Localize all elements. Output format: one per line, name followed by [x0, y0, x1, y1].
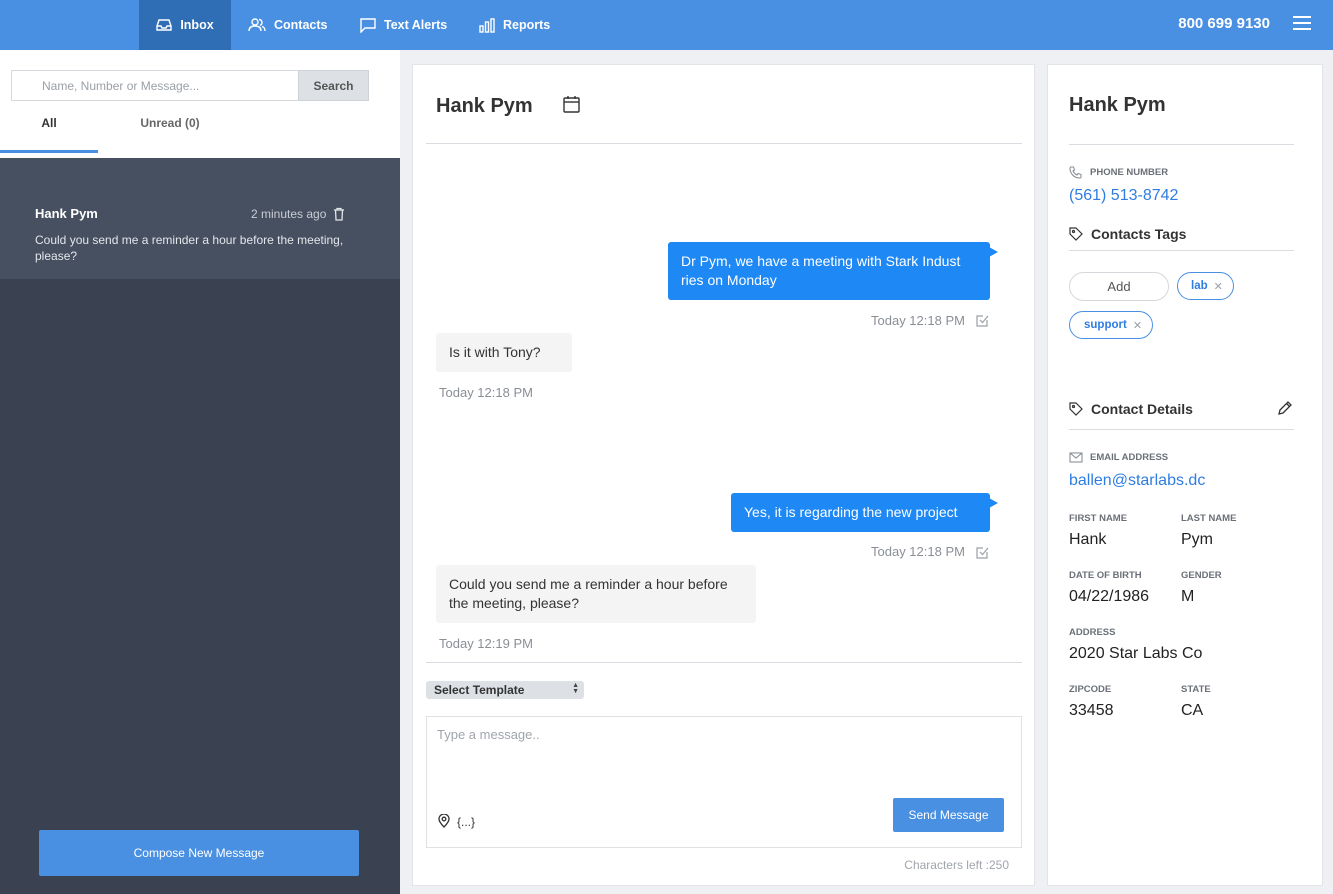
dob-label: DATE OF BIRTH — [1069, 570, 1142, 581]
state-value: CA — [1181, 702, 1204, 719]
first-name-value: Hank — [1069, 531, 1107, 548]
email-label: EMAIL ADDRESS — [1090, 452, 1169, 463]
message-time: Today 12:18 PM — [871, 544, 965, 559]
tag-chip[interactable]: support ✕ — [1069, 311, 1154, 339]
message-outgoing: Yes, it is regarding the new project — [731, 493, 998, 532]
state-label: STATE — [1181, 684, 1211, 695]
conversation-list: Hank Pym 2 minutes ago Could you send me… — [0, 158, 400, 894]
conversation-item[interactable]: Hank Pym 2 minutes ago Could you send me… — [0, 158, 400, 279]
zipcode-value: 33458 — [1069, 702, 1114, 719]
top-navbar: Inbox Contacts Text Alerts Reports 800 6… — [0, 0, 1333, 50]
dob-value: 04/22/1986 — [1069, 588, 1150, 605]
message-input[interactable] — [437, 727, 1007, 787]
nav-text-alerts[interactable]: Text Alerts — [360, 0, 447, 50]
tag-label: lab — [1191, 280, 1208, 292]
edit-pencil-icon[interactable] — [1277, 400, 1293, 416]
message-time: Today 12:18 PM — [871, 313, 965, 328]
contact-tags-title: Contacts Tags — [1091, 226, 1187, 242]
nav-inbox[interactable]: Inbox — [139, 0, 231, 50]
message-incoming: Could you send me a reminder a hour befo… — [436, 565, 756, 623]
conversation-time: 2 minutes ago — [251, 207, 327, 221]
merge-fields-button[interactable]: {...} — [457, 815, 475, 829]
hamburger-menu-icon[interactable] — [1293, 16, 1311, 30]
last-name-value: Pym — [1181, 531, 1213, 548]
divider — [1069, 250, 1294, 251]
bar-chart-icon — [479, 17, 495, 33]
contact-details-title: Contact Details — [1091, 401, 1193, 417]
template-select-label: Select Template — [434, 683, 525, 697]
template-select[interactable]: Select Template ▲ ▼ — [426, 681, 584, 699]
location-pin-icon[interactable] — [438, 814, 450, 828]
last-name-label: LAST NAME — [1181, 513, 1237, 524]
tab-all[interactable]: All — [0, 116, 98, 153]
trash-icon[interactable] — [333, 207, 345, 221]
select-arrows-icon: ▲ ▼ — [572, 682, 579, 695]
support-phone: 800 699 9130 — [1178, 15, 1270, 32]
message-time: Today 12:18 PM — [439, 385, 533, 400]
nav-inbox-label: Inbox — [180, 18, 214, 32]
add-tag-button[interactable]: Add — [1069, 272, 1169, 301]
nav-text-alerts-label: Text Alerts — [384, 18, 448, 32]
message-composer: {...} Send Message — [426, 716, 1022, 848]
chat-title: Hank Pym — [436, 95, 533, 117]
chat-icon — [360, 17, 376, 33]
address-label: ADDRESS — [1069, 627, 1116, 638]
contacts-icon — [248, 18, 266, 32]
inbox-header-panel: Search All Unread (0) — [0, 50, 400, 158]
contact-panel: Hank Pym PHONE NUMBER (561) 513-8742 Con… — [1047, 64, 1323, 886]
chat-panel: Hank Pym Dr Pym, we have a meeting with … — [412, 64, 1035, 886]
remove-tag-icon[interactable]: ✕ — [1214, 280, 1223, 293]
nav-reports-label: Reports — [503, 18, 551, 32]
characters-left: Characters left :250 — [904, 858, 1009, 872]
phone-number-link[interactable]: (561) 513-8742 — [1069, 187, 1178, 205]
message-time: Today 12:19 PM — [439, 636, 533, 651]
tag-icon — [1069, 227, 1083, 241]
address-value: 2020 Star Labs Co — [1069, 645, 1203, 662]
gender-label: GENDER — [1181, 570, 1222, 581]
message-incoming: Is it with Tony? — [436, 333, 572, 372]
remove-tag-icon[interactable]: ✕ — [1133, 319, 1142, 332]
divider — [1069, 429, 1294, 430]
conversation-name: Hank Pym — [35, 206, 98, 221]
compose-new-message-button[interactable]: Compose New Message — [39, 830, 359, 876]
conversation-preview: Could you send me a reminder a hour befo… — [35, 233, 344, 263]
calendar-icon[interactable] — [563, 95, 580, 113]
gender-value: M — [1181, 588, 1195, 605]
nav-contacts[interactable]: Contacts — [248, 0, 327, 50]
delivered-check-icon — [976, 315, 989, 327]
search-input[interactable] — [11, 70, 299, 101]
zipcode-label: ZIPCODE — [1069, 684, 1112, 695]
tab-unread[interactable]: Unread (0) — [98, 116, 242, 153]
search-button[interactable]: Search — [298, 70, 369, 101]
inbox-icon — [156, 19, 173, 31]
first-name-label: FIRST NAME — [1069, 513, 1128, 524]
phone-icon — [1069, 166, 1082, 179]
divider — [1069, 144, 1294, 145]
phone-label: PHONE NUMBER — [1090, 167, 1169, 178]
email-icon — [1069, 452, 1083, 463]
tag-icon — [1069, 402, 1083, 416]
message-outgoing: Dr Pym, we have a meeting with Stark Ind… — [668, 242, 998, 300]
divider — [426, 662, 1022, 663]
delivered-check-icon — [976, 547, 989, 559]
contact-name: Hank Pym — [1069, 94, 1166, 116]
send-message-button[interactable]: Send Message — [893, 798, 1004, 832]
nav-contacts-label: Contacts — [274, 18, 328, 32]
email-link[interactable]: ballen@starlabs.dc — [1069, 472, 1205, 490]
tag-label: support — [1084, 319, 1127, 331]
tag-chip[interactable]: lab ✕ — [1177, 272, 1234, 300]
nav-reports[interactable]: Reports — [479, 0, 550, 50]
divider — [426, 143, 1022, 144]
